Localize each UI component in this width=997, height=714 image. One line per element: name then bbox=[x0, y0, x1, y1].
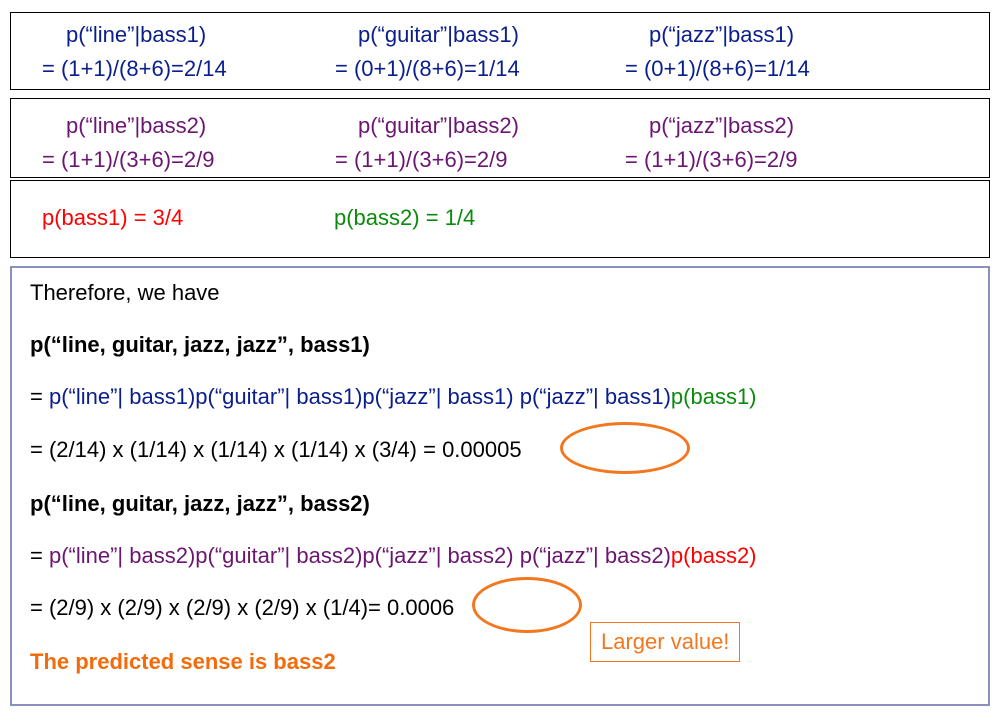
intro-text: Therefore, we have bbox=[30, 280, 220, 305]
equation-bass2-likelihoods: p(“line”| bass2)p(“guitar”| bass2)p(“jaz… bbox=[48, 543, 671, 568]
p-jazz-bass2-calc: = (1+1)/(3+6)=2/9 bbox=[625, 147, 798, 172]
p-jazz-bass1-calc: = (0+1)/(8+6)=1/14 bbox=[625, 56, 810, 81]
result-bass1-highlight bbox=[560, 422, 690, 474]
p-guitar-bass1: p(“guitar”|bass1) bbox=[358, 22, 519, 47]
calc-bass2: = (2/9) x (2/9) x (2/9) x (2/9) x (1/4)=… bbox=[30, 595, 454, 621]
p-jazz-bass1: p(“jazz”|bass1) bbox=[649, 22, 795, 47]
result-bass2-highlight bbox=[472, 577, 582, 633]
calc-bass1: = (2/14) x (1/14) x (1/14) x (1/14) x (3… bbox=[30, 437, 522, 463]
conclusion-text: The predicted sense is bass2 bbox=[30, 649, 336, 674]
calc-bass2-expression: = (2/9) x (2/9) x (2/9) x (2/9) x (1/4)= bbox=[30, 595, 387, 620]
joint-heading-bass2: p(“line, guitar, jazz, jazz”, bass2) bbox=[30, 491, 370, 516]
p-guitar-bass2-calc: = (1+1)/(3+6)=2/9 bbox=[335, 147, 508, 172]
joint-heading-bass1: p(“line, guitar, jazz, jazz”, bass1) bbox=[30, 332, 370, 357]
equation-bass1-prefix: = bbox=[30, 384, 49, 409]
result-bass2: 0.0006 bbox=[387, 595, 455, 620]
p-jazz-bass2: p(“jazz”|bass2) bbox=[649, 113, 795, 138]
prior-bass2: p(bass2) = 1/4 bbox=[334, 205, 476, 230]
p-line-bass2: p(“line”|bass2) bbox=[66, 113, 207, 138]
p-guitar-bass1-calc: = (0+1)/(8+6)=1/14 bbox=[335, 56, 520, 81]
result-bass1: 0.00005 bbox=[442, 437, 522, 462]
p-line-bass1-calc: = (1+1)/(8+6)=2/14 bbox=[42, 56, 227, 81]
larger-value-callout: Larger value! bbox=[590, 622, 741, 662]
equation-bass1-likelihoods: p(“line”| bass1)p(“guitar”| bass1)p(“jaz… bbox=[48, 384, 671, 409]
p-line-bass2-calc: = (1+1)/(3+6)=2/9 bbox=[42, 147, 215, 172]
calc-bass1-expression: = (2/14) x (1/14) x (1/14) x (1/14) x (3… bbox=[30, 437, 443, 462]
prior-bass1: p(bass1) = 3/4 bbox=[42, 205, 184, 230]
equation-bass1-prior: p(bass1) bbox=[670, 384, 757, 409]
equation-bass2-prefix: = bbox=[30, 543, 49, 568]
p-guitar-bass2: p(“guitar”|bass2) bbox=[358, 113, 519, 138]
equation-bass2-prior: p(bass2) bbox=[670, 543, 757, 568]
equation-bass2: = p(“line”| bass2)p(“guitar”| bass2)p(“j… bbox=[30, 543, 757, 569]
p-line-bass1: p(“line”|bass1) bbox=[66, 22, 207, 47]
equation-bass1: = p(“line”| bass1)p(“guitar”| bass1)p(“j… bbox=[30, 384, 757, 410]
